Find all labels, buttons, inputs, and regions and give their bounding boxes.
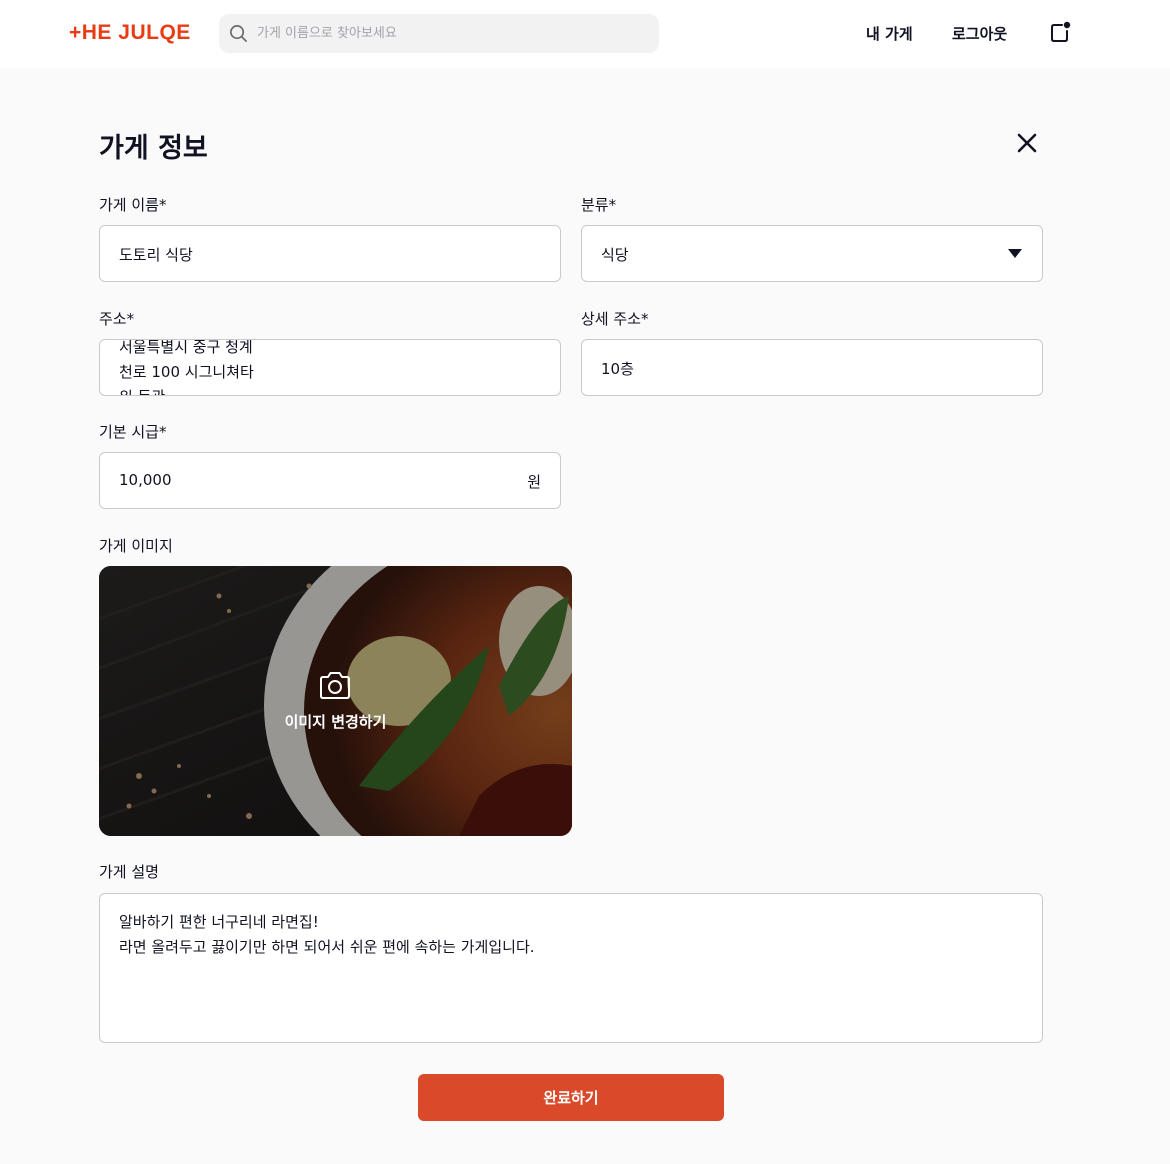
- search-icon: [230, 25, 247, 42]
- submit-button[interactable]: 완료하기: [418, 1074, 724, 1121]
- address-detail-value: 10층: [601, 360, 634, 378]
- nav-my-store[interactable]: 내 가게: [866, 23, 913, 44]
- search-bar[interactable]: [219, 14, 659, 53]
- description-line: 알바하기 편한 너구리네 라면집!: [119, 913, 319, 931]
- description-line: 라면 올려두고 끓이기만 하면 되어서 쉬운 편에 속하는 가게입니다.: [119, 938, 535, 956]
- logo[interactable]: +HE JULQE: [69, 21, 191, 45]
- address-detail-input[interactable]: 10층: [581, 339, 1043, 396]
- wage-input[interactable]: 10,000 원: [99, 452, 561, 509]
- address-input[interactable]: 서울특별시 중구 청계 천로 100 시그니쳐타 워 동관: [99, 339, 561, 396]
- address-line: 워 동관: [119, 385, 279, 395]
- wage-label: 기본 시급*: [99, 423, 167, 441]
- address-label: 주소*: [99, 310, 135, 328]
- store-name-input[interactable]: 도토리 식당: [99, 225, 561, 282]
- store-name-label: 가게 이름*: [99, 196, 167, 214]
- address-detail-label: 상세 주소*: [581, 310, 649, 328]
- top-header: +HE JULQE 내 가게 로그아웃: [0, 0, 1170, 68]
- search-input[interactable]: [257, 14, 647, 53]
- address-line: 천로 100 시그니쳐타: [119, 363, 254, 381]
- store-image-label: 가게 이미지: [99, 537, 173, 555]
- store-name-value: 도토리 식당: [119, 246, 193, 264]
- address-scroll-area: 서울특별시 중구 청계 천로 100 시그니쳐타 워 동관: [100, 340, 560, 395]
- category-value: 식당: [601, 246, 629, 264]
- address-line: 서울특별시 중구 청계: [119, 340, 253, 356]
- wage-unit: 원: [527, 473, 541, 491]
- bell-icon[interactable]: [1047, 20, 1073, 46]
- nav-logout[interactable]: 로그아웃: [952, 23, 1007, 44]
- description-textarea[interactable]: 알바하기 편한 너구리네 라면집! 라면 올려두고 끓이기만 하면 되어서 쉬운…: [99, 893, 1043, 1043]
- page-title: 가게 정보: [99, 133, 208, 164]
- wage-value: 10,000: [119, 471, 172, 489]
- change-image-label: 이미지 변경하기: [284, 713, 387, 731]
- camera-icon: [320, 672, 350, 699]
- address-value: 서울특별시 중구 청계 천로 100 시그니쳐타 워 동관: [119, 340, 279, 395]
- close-icon[interactable]: [1013, 129, 1041, 157]
- store-image-upload[interactable]: 이미지 변경하기: [99, 566, 572, 836]
- description-label: 가게 설명: [99, 863, 159, 881]
- category-select[interactable]: 식당: [581, 225, 1043, 282]
- category-label: 분류*: [581, 196, 617, 214]
- caret-down-icon: [1008, 249, 1022, 258]
